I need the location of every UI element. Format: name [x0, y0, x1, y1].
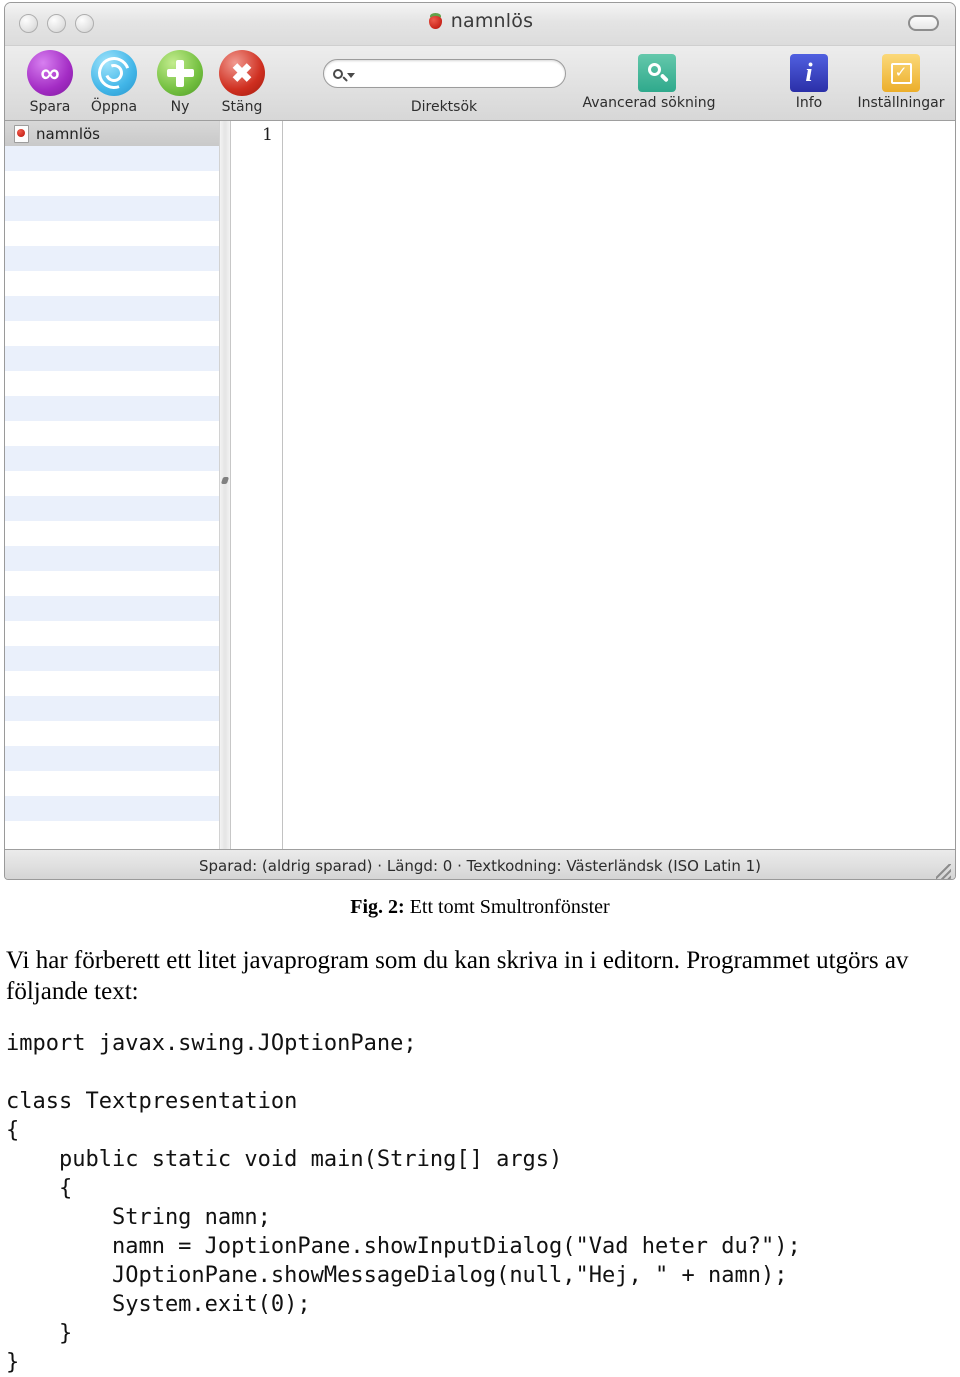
toolbar-label-spara: Spara [29, 99, 71, 115]
sidebar-empty-row [5, 346, 219, 371]
sidebar-empty-row [5, 446, 219, 471]
document-body: Fig. 2: Ett tomt Smultronfönster Vi har … [0, 884, 960, 1377]
document-icon [14, 124, 29, 143]
main-toolbar: ∞ Spara Öppna Ny ✖ Stäng Direktsök Avanc… [5, 46, 955, 121]
sidebar-empty-row [5, 671, 219, 696]
sidebar-splitter[interactable] [220, 121, 231, 849]
sidebar-empty-row [5, 496, 219, 521]
toolbar-label-oppna: Öppna [90, 99, 138, 115]
figure-caption: Fig. 2: Ett tomt Smultronfönster [0, 896, 960, 919]
resize-grip-icon[interactable] [936, 864, 951, 879]
plus-icon [157, 50, 203, 96]
sidebar-item-label: namnlös [36, 124, 100, 143]
spiral-icon [91, 50, 137, 96]
window-title-group: namnlös [5, 10, 955, 32]
toolbar-button-installningar[interactable]: ✓ Inställningar [853, 50, 949, 111]
text-editor-area[interactable] [283, 121, 955, 849]
sidebar-empty-row [5, 271, 219, 296]
status-bar: Sparad: (aldrig sparad) · Längd: 0 · Tex… [5, 849, 955, 879]
line-number: 1 [262, 125, 273, 145]
sidebar-empty-row [5, 596, 219, 621]
window-title: namnlös [450, 10, 534, 32]
toolbar-label-ny: Ny [170, 99, 190, 115]
sidebar-empty-row [5, 621, 219, 646]
toolbar-button-info[interactable]: i Info [775, 50, 843, 111]
sidebar-empty-row [5, 171, 219, 196]
line-number-gutter: 1 [231, 121, 283, 849]
code-listing: import javax.swing.JOptionPane; class Te… [6, 1031, 801, 1375]
sidebar-empty-row [5, 296, 219, 321]
strawberry-icon [427, 12, 444, 30]
window-content: namnlös 1 [5, 121, 955, 849]
sidebar-empty-row [5, 396, 219, 421]
search-field[interactable] [323, 59, 566, 88]
toolbar-button-stang[interactable]: ✖ Stäng [205, 50, 279, 115]
sidebar-empty-row [5, 371, 219, 396]
figure-caption-text: Ett tomt Smultronfönster [409, 896, 610, 918]
sidebar-empty-row [5, 546, 219, 571]
window-titlebar: namnlös [5, 3, 955, 46]
toolbar-label-avancerad-sokning: Avancerad sökning [582, 95, 716, 111]
info-icon: i [790, 54, 828, 92]
magnifier-icon [638, 54, 676, 92]
sidebar-empty-row [5, 471, 219, 496]
sidebar-empty-row [5, 321, 219, 346]
sidebar-empty-row [5, 771, 219, 796]
sidebar-empty-row [5, 746, 219, 771]
figure-label: Fig. 2: [350, 896, 405, 918]
search-icon [333, 68, 355, 79]
sidebar-item-namnlos[interactable]: namnlös [5, 121, 219, 146]
search-input[interactable] [355, 65, 565, 82]
sidebar-empty-row [5, 196, 219, 221]
sidebar-empty-row [5, 696, 219, 721]
sidebar-empty-row [5, 246, 219, 271]
toolbar-label-stang: Stäng [221, 99, 263, 115]
smultron-window: namnlös ∞ Spara Öppna Ny ✖ Stäng Direkts… [4, 2, 956, 880]
document-list-sidebar[interactable]: namnlös [5, 121, 220, 849]
sidebar-empty-row [5, 721, 219, 746]
sidebar-empty-row [5, 221, 219, 246]
body-paragraph: Vi har förberett ett litet javaprogram s… [6, 947, 909, 1005]
toolbar-toggle-icon[interactable] [908, 15, 939, 31]
sidebar-empty-row [5, 821, 219, 846]
status-text: Sparad: (aldrig sparad) · Längd: 0 · Tex… [198, 857, 762, 875]
sidebar-empty-row [5, 521, 219, 546]
toolbar-label-direktsok: Direktsök [410, 99, 478, 115]
screenshot-region: namnlös ∞ Spara Öppna Ny ✖ Stäng Direkts… [0, 0, 960, 884]
sidebar-empty-rows [5, 146, 219, 846]
sidebar-empty-row [5, 646, 219, 671]
close-x-icon: ✖ [219, 50, 265, 96]
infinity-icon: ∞ [27, 50, 73, 96]
sidebar-empty-row [5, 421, 219, 446]
toolbar-label-info: Info [795, 95, 823, 111]
sidebar-empty-row [5, 146, 219, 171]
toolbar-label-installningar: Inställningar [857, 95, 945, 111]
chevron-down-icon [347, 72, 355, 78]
sidebar-empty-row [5, 571, 219, 596]
sidebar-empty-row [5, 796, 219, 821]
splitter-grip-icon[interactable] [220, 477, 230, 484]
toolbar-button-spara[interactable]: ∞ Spara [13, 50, 87, 115]
toolbar-button-oppna[interactable]: Öppna [77, 50, 151, 115]
checkbox-icon: ✓ [882, 54, 920, 92]
toolbar-button-avancerad-sokning[interactable]: Avancerad sökning [583, 50, 715, 111]
